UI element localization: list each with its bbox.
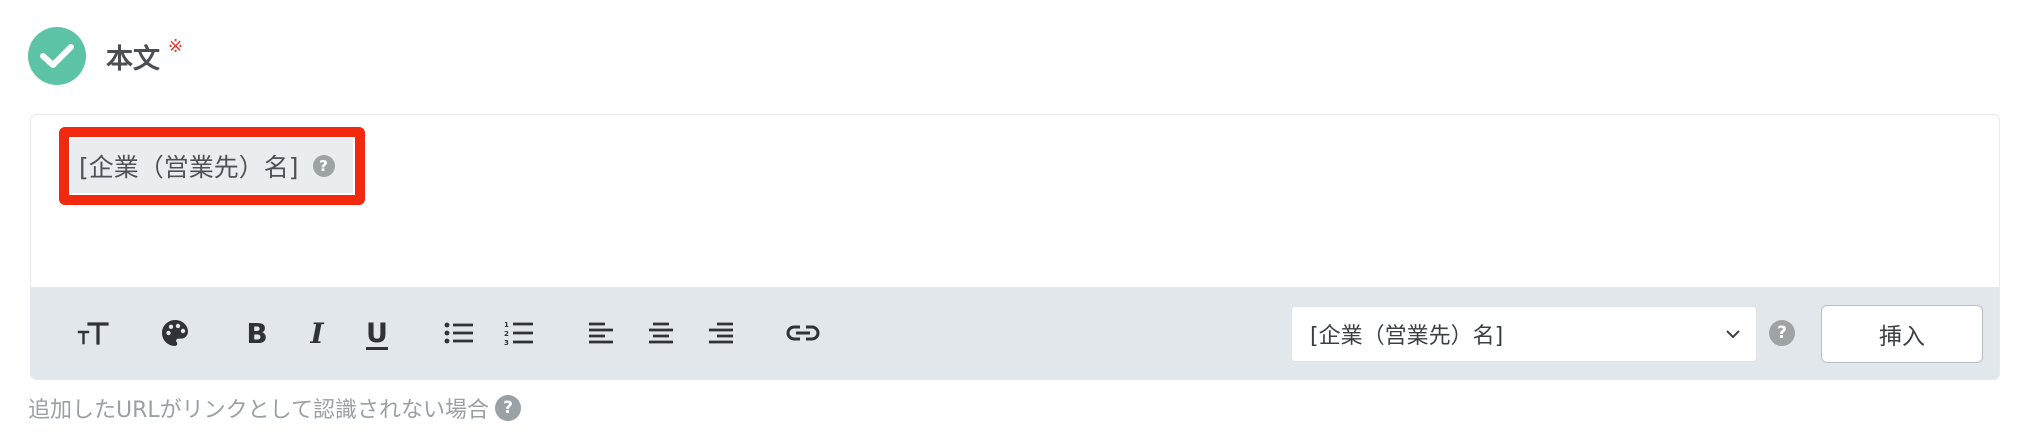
highlight-annotation: [企業（営業先）名] ? [59,127,365,205]
align-right-icon[interactable] [699,311,743,355]
select-help-icon[interactable]: ? [1769,320,1795,346]
url-help-link[interactable]: 追加したURLがリンクとして認識されない場合 ? [28,392,521,424]
svg-text:3: 3 [504,339,509,346]
token-help-icon[interactable]: ? [312,155,335,177]
url-help-link-text[interactable]: 追加したURLがリンクとして認識されない場合 [28,392,489,424]
section-header: 本文 ※ [28,26,183,86]
chevron-down-icon [1726,330,1740,339]
variable-token-label: [企業（営業先）名] [79,153,299,182]
align-center-icon[interactable] [639,311,683,355]
variable-token[interactable]: [企業（営業先）名] ? [71,139,353,193]
insert-button[interactable]: 挿入 [1821,305,1983,363]
editor-toolbar: B I U 1 2 3 [企業（営業先）名] ? 挿入 [31,287,1999,379]
svg-text:1: 1 [504,321,509,329]
underline-icon[interactable]: U [355,311,399,355]
variable-select-value: [企業（営業先）名] [1310,324,1504,349]
section-title: 本文 [106,43,160,75]
text-size-icon[interactable] [71,311,115,355]
italic-icon[interactable]: I [295,311,339,355]
rich-text-editor[interactable]: [企業（営業先）名] ? B I U 1 2 3 [企業（営業先）名] ? 挿入 [30,114,2000,380]
check-icon [28,27,86,85]
required-mark: ※ [168,35,184,57]
palette-icon[interactable] [153,311,197,355]
bold-icon[interactable]: B [235,311,279,355]
question-icon[interactable]: ? [495,395,521,421]
svg-text:2: 2 [504,330,509,338]
align-left-icon[interactable] [579,311,623,355]
variable-select[interactable]: [企業（営業先）名] [1291,306,1757,362]
numbered-list-icon[interactable]: 1 2 3 [497,311,541,355]
bullet-list-icon[interactable] [437,311,481,355]
editor-content-area[interactable]: [企業（営業先）名] ? [31,115,1999,287]
link-icon[interactable] [781,311,825,355]
